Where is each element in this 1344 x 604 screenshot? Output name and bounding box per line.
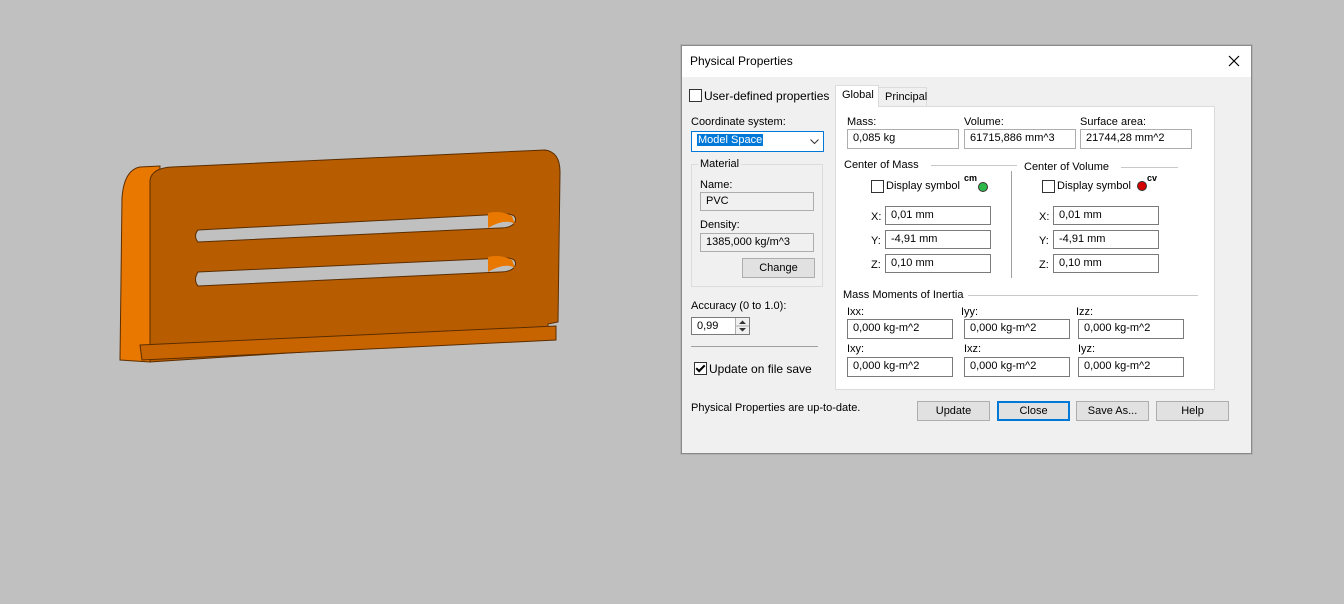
inertia-title: Mass Moments of Inertia [843, 289, 964, 301]
com-separator [931, 165, 1017, 166]
inertia-separator [968, 295, 1198, 296]
save-as-button[interactable]: Save As... [1076, 401, 1149, 421]
ixz-field: 0,000 kg-m^2 [964, 357, 1070, 377]
help-button[interactable]: Help [1156, 401, 1229, 421]
surface-area-label: Surface area: [1080, 116, 1147, 128]
volume-field: 61715,886 mm^3 [964, 129, 1076, 149]
ixx-label: Ixx: [847, 306, 865, 318]
tab-global[interactable]: Global [835, 85, 879, 107]
com-x-label: X: [871, 211, 882, 223]
close-icon[interactable] [1221, 49, 1247, 73]
com-y-label: Y: [871, 235, 881, 247]
close-button[interactable]: Close [997, 401, 1070, 421]
accuracy-spinner[interactable]: 0,99 [691, 317, 750, 335]
center-of-volume-icon [1137, 181, 1147, 191]
com-x-field: 0,01 mm [885, 206, 991, 225]
user-defined-label: User-defined properties [704, 89, 830, 103]
cov-y-label: Y: [1039, 235, 1049, 247]
cov-y-field: -4,91 mm [1053, 230, 1159, 249]
com-display-symbol-checkbox[interactable] [871, 180, 884, 193]
user-defined-checkbox[interactable] [689, 89, 702, 102]
chevron-down-icon [810, 136, 819, 149]
density-field: 1385,000 kg/m^3 [700, 233, 814, 252]
com-z-label: Z: [871, 259, 881, 271]
iyy-field: 0,000 kg-m^2 [964, 319, 1070, 339]
tab-principal[interactable]: Principal [878, 87, 927, 107]
update-on-save-label: Update on file save [709, 362, 812, 376]
accuracy-value: 0,99 [697, 320, 719, 332]
volume-label: Volume: [964, 116, 1004, 128]
iyz-field: 0,000 kg-m^2 [1078, 357, 1184, 377]
izz-label: Izz: [1076, 306, 1094, 318]
global-tab-panel: Mass: 0,085 kg Volume: 61715,886 mm^3 Su… [835, 106, 1215, 390]
status-text: Physical Properties are up-to-date. [691, 402, 861, 414]
coordinate-system-select[interactable]: Model Space [691, 131, 824, 152]
center-of-mass-icon [978, 182, 988, 192]
update-on-save-checkbox[interactable] [694, 362, 707, 375]
material-name-label: Name: [700, 179, 733, 191]
center-of-volume-title: Center of Volume [1024, 161, 1109, 173]
update-button[interactable]: Update [917, 401, 990, 421]
accuracy-label: Accuracy (0 to 1.0): [691, 300, 787, 312]
model-viewport[interactable] [0, 0, 670, 601]
change-material-button[interactable]: Change [742, 258, 815, 278]
surface-area-field: 21744,28 mm^2 [1080, 129, 1192, 149]
ixy-field: 0,000 kg-m^2 [847, 357, 953, 377]
cov-z-label: Z: [1039, 259, 1049, 271]
mass-field: 0,085 kg [847, 129, 959, 149]
ixz-label: Ixz: [964, 343, 982, 355]
coordinate-system-label: Coordinate system: [691, 116, 786, 128]
vertical-divider [1011, 171, 1012, 278]
cov-separator [1121, 167, 1178, 168]
cov-x-label: X: [1039, 211, 1050, 223]
com-y-field: -4,91 mm [885, 230, 991, 249]
iyy-label: Iyy: [961, 306, 979, 318]
dialog-title: Physical Properties [690, 54, 793, 68]
cov-x-field: 0,01 mm [1053, 206, 1159, 225]
dialog-titlebar: Physical Properties [682, 46, 1251, 77]
com-z-field: 0,10 mm [885, 254, 991, 273]
cov-display-symbol-checkbox[interactable] [1042, 180, 1055, 193]
density-label: Density: [700, 219, 740, 231]
left-separator [691, 346, 818, 347]
cm-symbol-label: cm [964, 173, 978, 183]
ixy-label: Ixy: [847, 343, 865, 355]
physical-properties-dialog: Physical Properties User-defined propert… [681, 45, 1252, 454]
izz-field: 0,000 kg-m^2 [1078, 319, 1184, 339]
com-display-symbol-label: Display symbol [886, 180, 960, 192]
center-of-mass-title: Center of Mass [844, 159, 919, 171]
ixx-field: 0,000 kg-m^2 [847, 319, 953, 339]
cov-z-field: 0,10 mm [1053, 254, 1159, 273]
coordinate-system-value: Model Space [697, 134, 764, 146]
cv-symbol-label: cv [1147, 173, 1158, 183]
part-model[interactable] [0, 0, 670, 601]
material-name-field: PVC [700, 192, 814, 211]
material-group-label: Material [698, 158, 742, 170]
mass-label: Mass: [847, 116, 877, 128]
iyz-label: Iyz: [1078, 343, 1096, 355]
spinner-arrows-icon[interactable] [735, 318, 749, 334]
cov-display-symbol-label: Display symbol [1057, 180, 1131, 192]
